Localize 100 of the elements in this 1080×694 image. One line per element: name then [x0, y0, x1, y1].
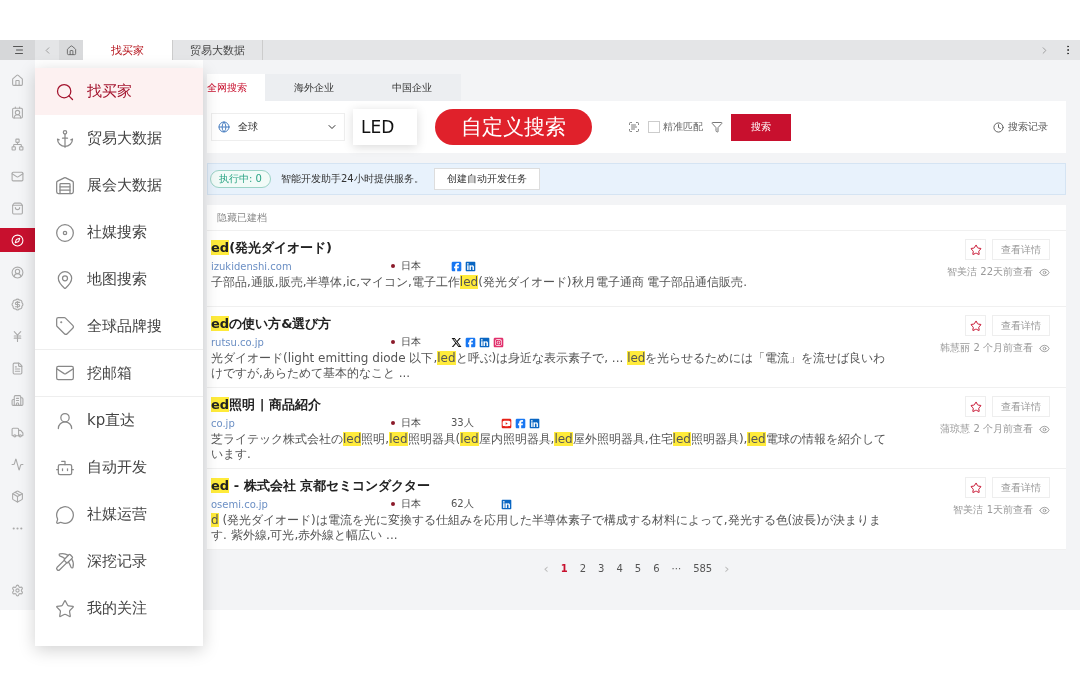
- youtube-icon[interactable]: [501, 417, 512, 429]
- favorite-button[interactable]: [965, 477, 986, 498]
- viewed-info: 智美洁 22天前查看: [947, 265, 1033, 279]
- building-icon: [11, 393, 24, 407]
- bag-icon: [11, 201, 24, 215]
- menu-item[interactable]: 自动开发: [35, 444, 203, 491]
- star-icon: [969, 400, 982, 413]
- viewed-info: 智美洁 1天前查看: [953, 503, 1033, 517]
- page-button[interactable]: 5: [630, 562, 646, 574]
- x-icon[interactable]: [451, 336, 462, 348]
- eye-icon: [1039, 266, 1050, 278]
- employee-count: 33人: [451, 416, 475, 430]
- mail-icon: [55, 363, 75, 383]
- home-icon: [65, 44, 77, 56]
- country-label: 日本: [391, 497, 451, 511]
- facebook-icon[interactable]: [515, 417, 526, 429]
- country-label: 日本: [391, 416, 451, 430]
- favorite-button[interactable]: [965, 396, 986, 417]
- result-description: 光ダイオード(light emitting diode 以下,led と呼ぶ)は身近な表示素子で, ... ledを光らせるためには「電流」を流せば良いわけですが,あらためて基本的なこと ...: [211, 351, 887, 381]
- compass-icon: [11, 233, 24, 247]
- result-title[interactable]: ed(発光ダイオード): [211, 239, 890, 257]
- map-pin-icon: [55, 269, 75, 290]
- domain-link[interactable]: co.jp: [211, 417, 391, 429]
- menu-item[interactable]: 贸易大数据: [35, 115, 203, 162]
- eye-icon: [1039, 504, 1050, 516]
- search-field[interactable]: LED: [353, 109, 417, 145]
- country-label: 日本: [391, 259, 451, 273]
- user-icon: [55, 410, 75, 431]
- menu-item[interactable]: 社媒运营: [35, 491, 203, 538]
- contact-icon: [11, 105, 24, 119]
- pickaxe-icon: [55, 551, 75, 572]
- menu-item[interactable]: 展会大数据: [35, 162, 203, 209]
- compass-nav-button[interactable]: [0, 228, 35, 252]
- domain-link[interactable]: rutsu.co.jp: [211, 336, 391, 348]
- create-task-button[interactable]: 创建自动开发任务: [433, 168, 540, 190]
- eye-icon: [1039, 342, 1050, 354]
- menu-button[interactable]: [0, 40, 35, 60]
- status-badge: 执行中: 0: [210, 170, 271, 188]
- domain-link[interactable]: izukidenshi.com: [211, 260, 391, 272]
- linkedin-icon[interactable]: [465, 260, 476, 272]
- filter-icon[interactable]: [711, 121, 723, 133]
- globe-icon: [218, 121, 230, 133]
- star-icon: [969, 481, 982, 494]
- search-tab[interactable]: 全网搜索: [207, 74, 265, 101]
- linkedin-icon[interactable]: [479, 336, 490, 348]
- page-button[interactable]: ···: [667, 562, 686, 574]
- search-tab[interactable]: 中国企业: [363, 74, 461, 101]
- page-button[interactable]: 4: [612, 562, 627, 574]
- region-dropdown[interactable]: 全球: [211, 113, 345, 141]
- anchor-icon: [55, 128, 75, 149]
- menu-item[interactable]: kp直达: [35, 397, 203, 444]
- checkbox-label: 精准匹配: [663, 120, 703, 134]
- page-button[interactable]: 1: [556, 562, 572, 574]
- favorite-button[interactable]: [965, 315, 986, 336]
- facebook-icon[interactable]: [465, 336, 476, 348]
- instagram-icon[interactable]: [493, 336, 504, 348]
- menu-item[interactable]: 挖邮箱: [35, 350, 203, 397]
- search-tab[interactable]: 海外企业: [265, 74, 363, 101]
- facebook-icon[interactable]: [451, 260, 462, 272]
- page-button[interactable]: 585: [689, 562, 717, 574]
- document-icon: [11, 361, 24, 375]
- page-button[interactable]: 6: [649, 562, 664, 574]
- chat-icon: [55, 504, 75, 525]
- favorite-button[interactable]: [965, 239, 986, 260]
- linkedin-icon[interactable]: [529, 417, 540, 429]
- home-icon: [11, 73, 24, 87]
- tab[interactable]: 找买家: [83, 40, 173, 60]
- search-icon: [55, 81, 75, 102]
- disc-icon: [55, 222, 75, 243]
- star-icon: [969, 319, 982, 332]
- page-button[interactable]: 3: [594, 562, 609, 574]
- result-title[interactable]: ed - 株式会社 京都セミコンダクター: [211, 477, 890, 495]
- clock-icon: [993, 121, 1004, 133]
- menu-item[interactable]: 找买家: [35, 68, 203, 115]
- star-icon: [55, 598, 75, 619]
- yen-icon: [11, 329, 24, 343]
- menu-item[interactable]: 地图搜索: [35, 256, 203, 303]
- search-history-button[interactable]: 搜索记录: [987, 119, 1054, 135]
- linkedin-icon[interactable]: [501, 498, 512, 510]
- search-button[interactable]: 搜索: [731, 113, 791, 141]
- menu-item[interactable]: 全球品牌搜: [35, 303, 203, 350]
- result-description: d (発光ダイオード)は電流を光に変換する仕組みを応用した半導体素子で構成する材料によって,発光する色(波長)が決まります. 紫外線,可光,赤外線と幅広い ...: [211, 513, 882, 543]
- callout-label: 自定义搜索: [435, 109, 592, 145]
- page-button[interactable]: 2: [575, 562, 591, 574]
- network-icon: [11, 137, 24, 151]
- menu-item[interactable]: 社媒搜索: [35, 209, 203, 256]
- pulse-icon: [11, 457, 24, 471]
- banner-text: 智能开发助手24小时提供服务。: [280, 172, 424, 186]
- checkbox[interactable]: [648, 121, 660, 133]
- home-button[interactable]: [59, 40, 83, 60]
- tag-icon: [55, 316, 75, 336]
- domain-link[interactable]: osemi.co.jp: [211, 498, 391, 510]
- viewed-info: 蒲琼慧 2 个月前查看: [940, 422, 1033, 436]
- menu-item[interactable]: 深挖记录: [35, 538, 203, 585]
- menu-item[interactable]: 我的关注: [35, 585, 203, 632]
- scan-icon[interactable]: [628, 121, 640, 133]
- truck-icon: [11, 425, 24, 439]
- dollar-icon: [11, 297, 24, 311]
- filter-label: 隐藏已建档: [207, 205, 1066, 231]
- user-circle-icon: [11, 265, 24, 279]
